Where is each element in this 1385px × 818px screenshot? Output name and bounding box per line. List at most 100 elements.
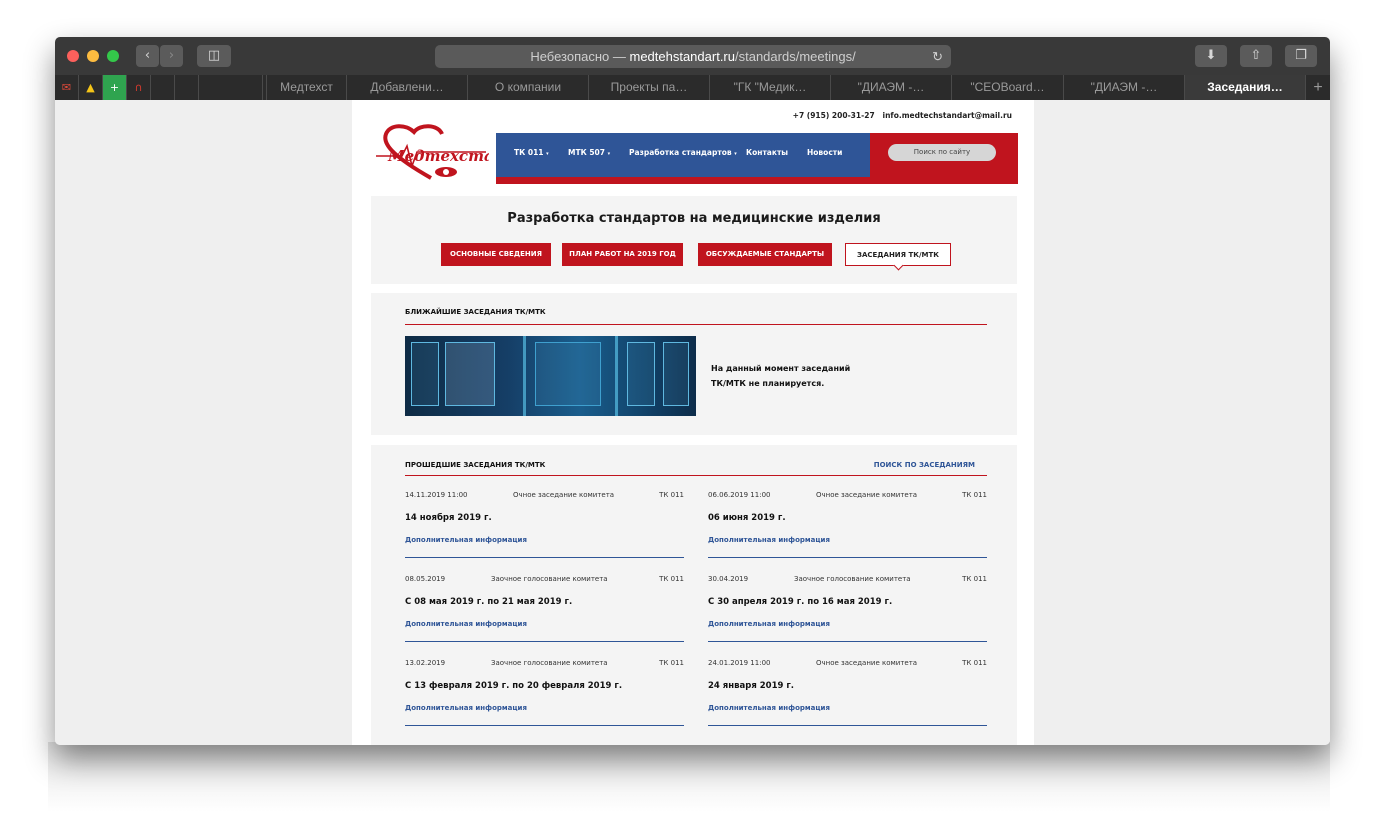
meeting-date: 24.01.2019 11:00 — [708, 659, 771, 667]
more-info-link[interactable]: Дополнительная информация — [405, 620, 527, 628]
nav-item-news[interactable]: Новости — [807, 148, 842, 157]
nav-item-mtk507[interactable]: МТК 507 ▾ — [568, 148, 610, 157]
meeting-divider — [708, 557, 987, 558]
meeting-title[interactable]: С 13 февраля 2019 г. по 20 февраля 2019 … — [405, 681, 622, 691]
meeting-title[interactable]: С 08 мая 2019 г. по 21 мая 2019 г. — [405, 597, 572, 607]
site-page: +7 (915) 200-31-27 info.medtechstandart@… — [352, 100, 1034, 745]
meeting-type: Очное заседание комитета — [816, 659, 918, 667]
nav-item-contacts[interactable]: Контакты — [746, 148, 788, 157]
meeting-date: 06.06.2019 11:00 — [708, 491, 771, 499]
no-meetings-line1: На данный момент заседаний — [711, 364, 851, 373]
address-bar[interactable]: Небезопасно — medtehstandart.ru/standard… — [435, 45, 951, 68]
forward-icon[interactable]: › — [160, 45, 183, 67]
meeting-committee: ТК 011 — [659, 659, 684, 667]
share-icon[interactable]: ⇧ — [1240, 45, 1272, 67]
reload-icon[interactable]: ↻ — [932, 45, 943, 68]
window-shadow — [48, 742, 1330, 812]
search-meetings-link[interactable]: ПОИСК ПО ЗАСЕДАНИЯМ — [874, 461, 975, 469]
meeting-divider — [708, 725, 987, 726]
past-meetings-section: ПРОШЕДШИЕ ЗАСЕДАНИЯ ТК/МТК ПОИСК ПО ЗАСЕ… — [371, 445, 1017, 745]
more-info-link[interactable]: Дополнительная информация — [708, 536, 830, 544]
nav-item-tk011[interactable]: ТК 011 ▾ — [514, 148, 549, 157]
more-info-link[interactable]: Дополнительная информация — [405, 704, 527, 712]
tab-item[interactable]: "CEOBoard… — [951, 75, 1063, 100]
tab-bar: ✉ ▲ + ∩ Медтехст Добавлени… О компании П… — [55, 75, 1330, 100]
back-icon[interactable]: ‹ — [136, 45, 159, 67]
bookmark-empty-icon[interactable] — [151, 75, 175, 100]
meeting-title[interactable]: 06 июня 2019 г. — [708, 513, 786, 523]
banner-screen-decor — [411, 342, 439, 406]
active-tab-caret — [893, 260, 904, 271]
drive-icon[interactable]: ▲ — [79, 75, 103, 100]
browser-window: ‹ › ◫ Небезопасно — medtehstandart.ru/st… — [55, 37, 1330, 745]
meeting-divider — [405, 641, 684, 642]
sheets-icon[interactable]: + — [103, 75, 127, 100]
no-meetings-message: На данный момент заседаний ТК/МТК не пла… — [711, 361, 881, 391]
tab-item[interactable]: Добавлени… — [346, 75, 467, 100]
zoom-window-icon[interactable] — [107, 50, 119, 62]
sidebar-toggle-icon[interactable]: ◫ — [197, 45, 231, 67]
tab-item[interactable]: Проекты па… — [588, 75, 709, 100]
new-tab-icon[interactable]: + — [1305, 75, 1330, 100]
meeting-card: 13.02.2019 Заочное голосование комитета … — [405, 659, 684, 739]
bookmark-empty-icon[interactable] — [199, 75, 263, 100]
meeting-divider — [708, 641, 987, 642]
browser-toolbar: ‹ › ◫ Небезопасно — medtehstandart.ru/st… — [55, 37, 1330, 75]
meeting-type: Заочное голосование комитета — [794, 575, 911, 583]
meeting-date: 30.04.2019 — [708, 575, 749, 583]
more-info-link[interactable]: Дополнительная информация — [708, 620, 830, 628]
meeting-date: 08.05.2019 — [405, 575, 446, 583]
meeting-card: 08.05.2019 Заочное голосование комитета … — [405, 575, 684, 655]
tab-discussed-standards[interactable]: ОБСУЖДАЕМЫЕ СТАНДАРТЫ — [698, 243, 832, 266]
tab-overview-icon[interactable]: ❐ — [1285, 45, 1317, 67]
meeting-committee: ТК 011 — [962, 659, 987, 667]
past-heading: ПРОШЕДШИЕ ЗАСЕДАНИЯ ТК/МТК — [405, 461, 546, 469]
nav-item-standards[interactable]: Разработка стандартов ▾ — [629, 148, 737, 157]
meeting-committee: ТК 011 — [659, 575, 684, 583]
meeting-committee: ТК 011 — [659, 491, 684, 499]
tab-item[interactable]: "ДИАЭМ -… — [1063, 75, 1184, 100]
tab-meetings[interactable]: ЗАСЕДАНИЯ ТК/МТК — [845, 243, 951, 271]
web-content: +7 (915) 200-31-27 info.medtechstandart@… — [55, 100, 1330, 745]
bookmark-icon[interactable]: ∩ — [127, 75, 151, 100]
meeting-date: 13.02.2019 — [405, 659, 446, 667]
close-window-icon[interactable] — [67, 50, 79, 62]
contact-info: +7 (915) 200-31-27 info.medtechstandart@… — [793, 111, 1012, 120]
meeting-divider — [405, 557, 684, 558]
tab-item[interactable]: "ДИАЭМ -… — [830, 75, 951, 100]
bookmark-empty-icon[interactable] — [175, 75, 199, 100]
minimize-window-icon[interactable] — [87, 50, 99, 62]
meeting-type: Очное заседание комитета — [513, 491, 615, 499]
meeting-date: 14.11.2019 11:00 — [405, 491, 468, 499]
more-info-link[interactable]: Дополнительная информация — [405, 536, 527, 544]
tab-item-active[interactable]: Заседания… — [1184, 75, 1305, 100]
tab-work-plan[interactable]: ПЛАН РАБОТ НА 2019 ГОД — [562, 243, 683, 266]
meeting-type: Заочное голосование комитета — [491, 659, 608, 667]
url-domain: medtehstandart.ru — [629, 49, 735, 64]
logo-wordmark: Медтехстандарт — [387, 147, 489, 165]
gmail-icon[interactable]: ✉ — [55, 75, 79, 100]
site-logo[interactable]: Медтехстандарт — [374, 122, 489, 184]
search-area: Поиск по сайту — [870, 133, 1018, 184]
meeting-divider — [405, 725, 684, 726]
more-info-link[interactable]: Дополнительная информация — [708, 704, 830, 712]
meeting-committee: ТК 011 — [962, 575, 987, 583]
meeting-type: Очное заседание комитета — [816, 491, 918, 499]
nav-stripe — [496, 177, 870, 184]
tab-basic-info[interactable]: ОСНОВНЫЕ СВЕДЕНИЯ — [441, 243, 551, 266]
tab-item[interactable]: Медтехст — [266, 75, 346, 100]
nav-label: Разработка стандартов — [629, 148, 732, 157]
tab-item[interactable]: "ГК "Медик… — [709, 75, 830, 100]
meeting-title[interactable]: С 30 апреля 2019 г. по 16 мая 2019 г. — [708, 597, 892, 607]
tab-item[interactable]: О компании — [467, 75, 588, 100]
past-divider — [405, 475, 987, 476]
banner-screen-decor — [445, 342, 495, 406]
email-link[interactable]: info.medtechstandart@mail.ru — [883, 111, 1012, 120]
site-search-input[interactable]: Поиск по сайту — [888, 144, 996, 161]
meeting-title[interactable]: 24 января 2019 г. — [708, 681, 794, 691]
meeting-card: 30.04.2019 Заочное голосование комитета … — [708, 575, 987, 655]
downloads-icon[interactable]: ⬇ — [1195, 45, 1227, 67]
banner-screen-decor — [535, 342, 601, 406]
meeting-title[interactable]: 14 ноября 2019 г. — [405, 513, 492, 523]
phone-number[interactable]: +7 (915) 200-31-27 — [793, 111, 875, 120]
